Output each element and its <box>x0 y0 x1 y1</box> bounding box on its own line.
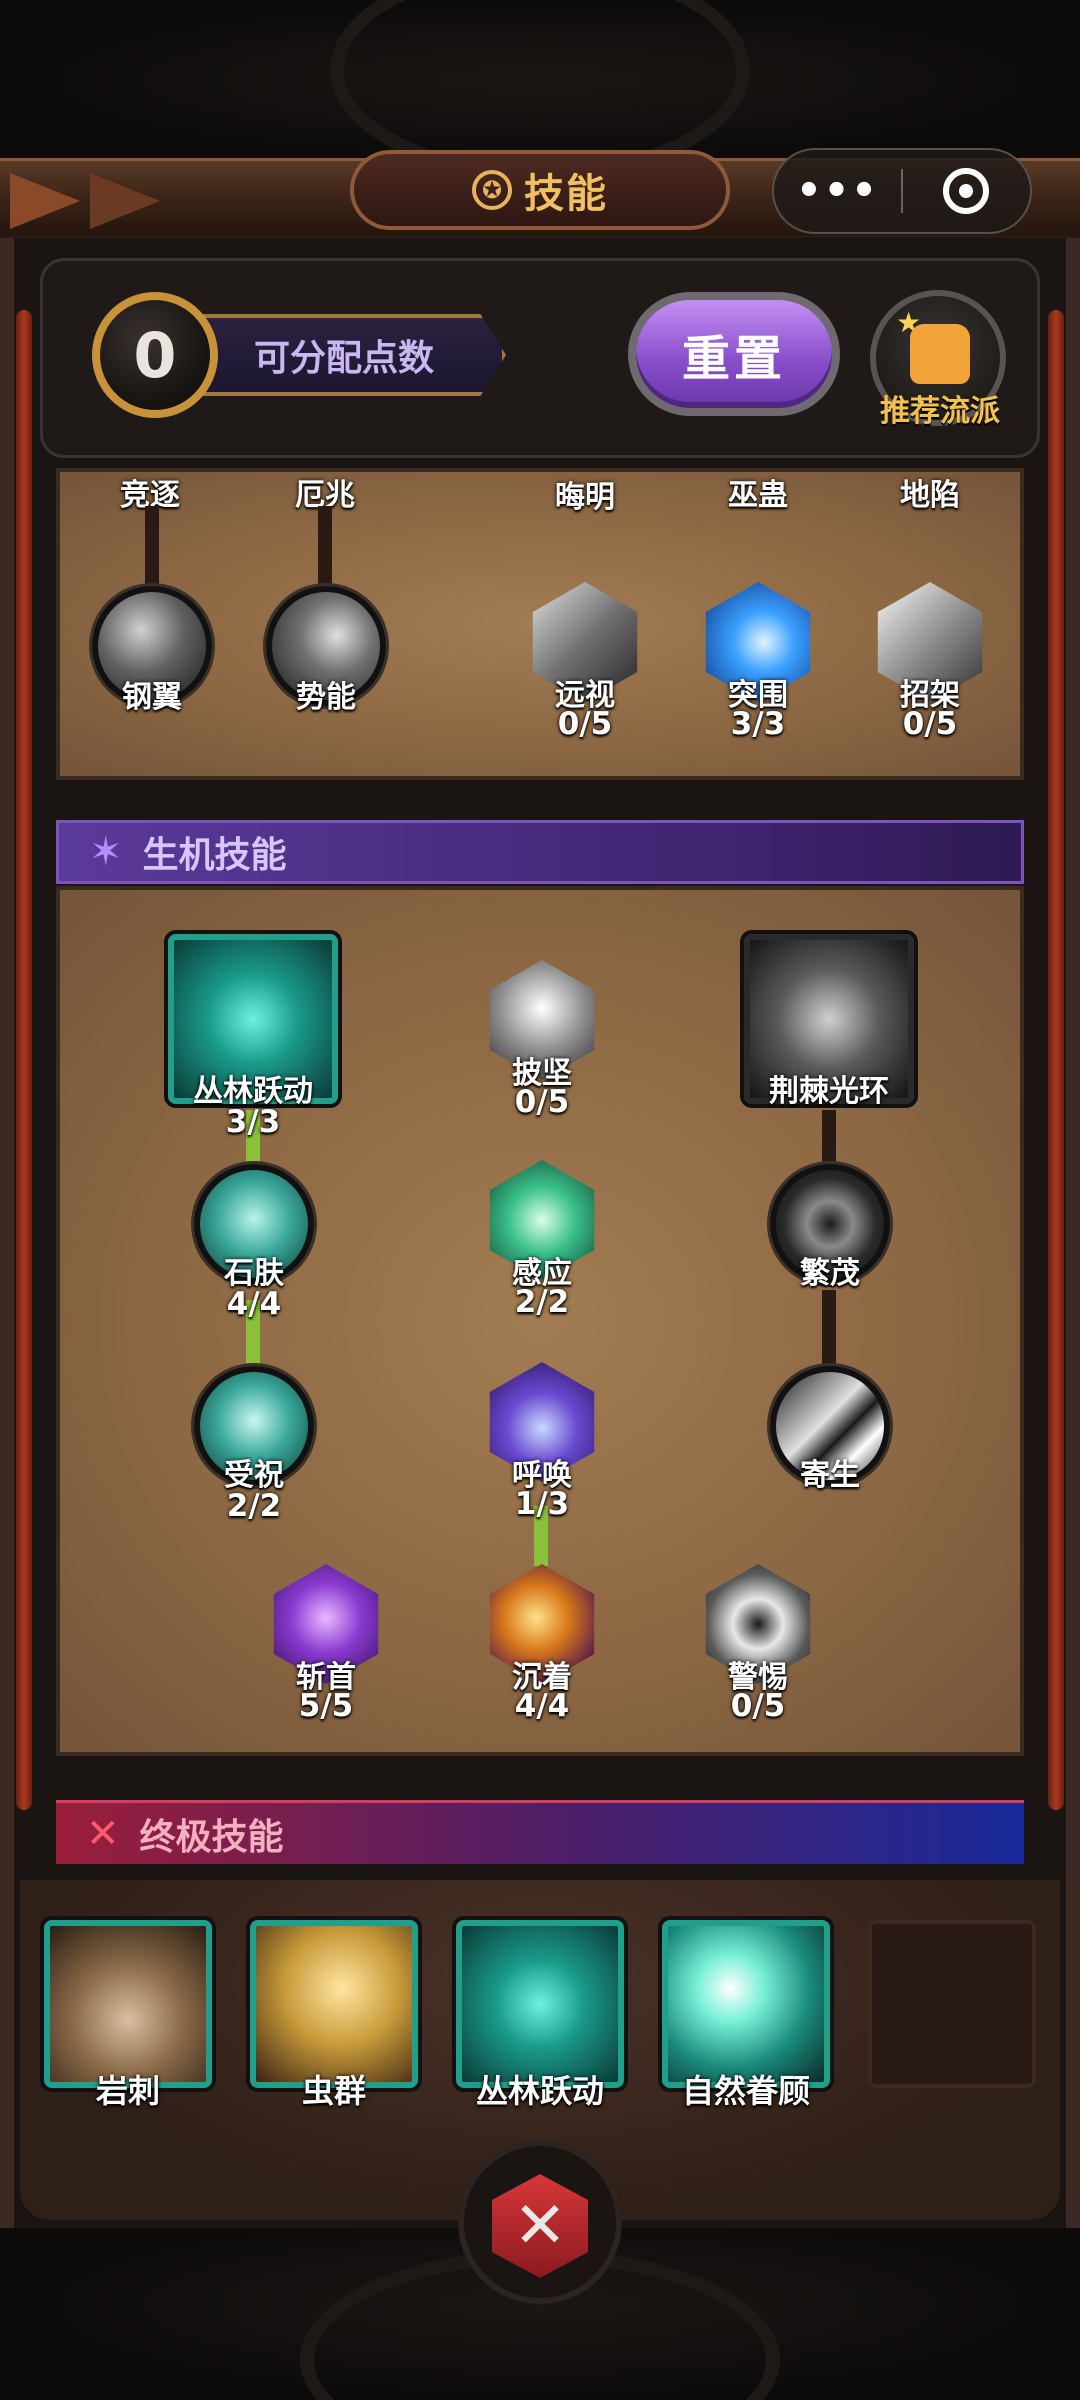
miniprogram-capsule: ••• <box>772 148 1032 234</box>
node-label-cut: 晦明 <box>555 480 615 515</box>
ultimate-card-nature-favor[interactable] <box>662 1920 830 2088</box>
close-miniprogram-button[interactable] <box>903 168 1030 214</box>
skill-node-zhaojia[interactable]: 招架 0/5 <box>872 582 988 742</box>
skill-node-stone-skin[interactable]: 石肤 4/4 <box>194 1164 314 1322</box>
left-frame-bar <box>16 310 32 1810</box>
node-level: 0/5 <box>902 706 958 742</box>
skill-node-yuanshi[interactable]: 远视 0/5 <box>527 582 643 742</box>
ultimate-card-label: 丛林跃动 <box>475 2072 604 2110</box>
recommend-build-label[interactable]: 推荐流派 <box>860 386 1020 430</box>
skill-node-pijian[interactable]: 披坚 0/5 <box>484 960 600 1120</box>
node-level: 4/4 <box>514 1688 570 1724</box>
skill-node-jungle-leap[interactable]: 丛林跃动 3/3 <box>168 934 338 1140</box>
node-level: 0/5 <box>514 1084 570 1120</box>
skill-node-fanmao[interactable]: 繁茂 <box>770 1164 890 1291</box>
points-label: 可分配点数 <box>186 314 506 396</box>
left-chevron-decor <box>10 173 80 229</box>
skill-link <box>318 506 332 586</box>
reset-button[interactable]: 重置 <box>628 292 840 416</box>
node-level: 1/3 <box>514 1486 570 1522</box>
node-level: 3/3 <box>730 706 786 742</box>
thumbs-up-icon <box>910 324 970 384</box>
section-title: 生机技能 <box>142 835 287 876</box>
node-label: 繁茂 <box>800 1256 860 1291</box>
ultimate-card-jungle-leap[interactable] <box>456 1920 624 2088</box>
skill-node-jingti[interactable]: 警惕 0/5 <box>700 1564 816 1724</box>
node-label-cut: 地陷 <box>900 478 960 513</box>
section-title: 终极技能 <box>139 1816 284 1858</box>
section-header-ultimate: ✕ 终极技能 <box>56 1800 1024 1864</box>
node-level: 0/5 <box>557 706 613 742</box>
skill-node-thorn-aura[interactable]: 荆棘光环 <box>744 934 914 1109</box>
points-value: 0 <box>92 292 218 418</box>
node-level: 3/3 <box>225 1104 281 1140</box>
page-title: 技能 <box>524 171 608 217</box>
skill-node-jisheng[interactable]: 寄生 <box>770 1366 890 1493</box>
pentagram-icon: ✪ <box>472 170 512 210</box>
right-frame-bar <box>1048 310 1064 1810</box>
skill-node-chenzhuo[interactable]: 沉着 4/4 <box>484 1564 600 1724</box>
node-label: 钢翼 <box>122 680 182 715</box>
ultimate-card-empty-slot[interactable] <box>868 1920 1036 2088</box>
skill-node-shineng[interactable]: 势能 <box>266 586 386 715</box>
target-icon <box>943 168 990 214</box>
node-label: 势能 <box>296 680 356 715</box>
node-level: 2/2 <box>226 1488 282 1524</box>
skill-node-zhanshou[interactable]: 斩首 5/5 <box>268 1564 384 1724</box>
section-header-life: ✶ 生机技能 <box>56 820 1024 884</box>
crossed-blades-icon: ✕ <box>492 2174 588 2278</box>
crossed-swords-icon: ✕ <box>86 1810 120 1857</box>
skill-link <box>145 506 159 586</box>
skill-node-gangyi[interactable]: 钢翼 <box>92 586 212 715</box>
node-level: 4/4 <box>226 1286 282 1322</box>
skill-node-shouzhu[interactable]: 受祝 2/2 <box>194 1366 314 1524</box>
node-level: 0/5 <box>730 1688 786 1724</box>
ultimate-card-swarm[interactable] <box>250 1920 418 2088</box>
node-label-cut: 巫蛊 <box>728 478 788 513</box>
ultimate-card-label: 虫群 <box>301 2072 366 2110</box>
ultimate-card-label: 岩刺 <box>95 2072 160 2110</box>
top-ornament-background <box>0 0 1080 180</box>
more-button[interactable]: ••• <box>774 168 901 214</box>
skill-node-huhuan[interactable]: 呼唤 1/3 <box>484 1362 600 1522</box>
ultimate-card-rock-spike[interactable] <box>44 1920 212 2088</box>
node-level: 2/2 <box>514 1284 570 1320</box>
sparkle-icon: ✶ <box>89 829 123 875</box>
ultimate-card-label: 自然眷顾 <box>681 2072 810 2110</box>
left-chevron-decor <box>90 173 160 229</box>
skill-link <box>822 1110 836 1170</box>
node-label: 荆棘光环 <box>769 1074 889 1109</box>
skill-node-ganying[interactable]: 感应 2/2 <box>484 1160 600 1320</box>
bottom-emblem[interactable]: ✕ <box>458 2140 622 2304</box>
title-plate: ✪ 技能 <box>350 150 730 230</box>
skill-node-tuwei[interactable]: 突围 3/3 <box>700 582 816 742</box>
node-label: 寄生 <box>800 1458 860 1493</box>
skill-link <box>822 1290 836 1370</box>
node-level: 5/5 <box>298 1688 354 1724</box>
